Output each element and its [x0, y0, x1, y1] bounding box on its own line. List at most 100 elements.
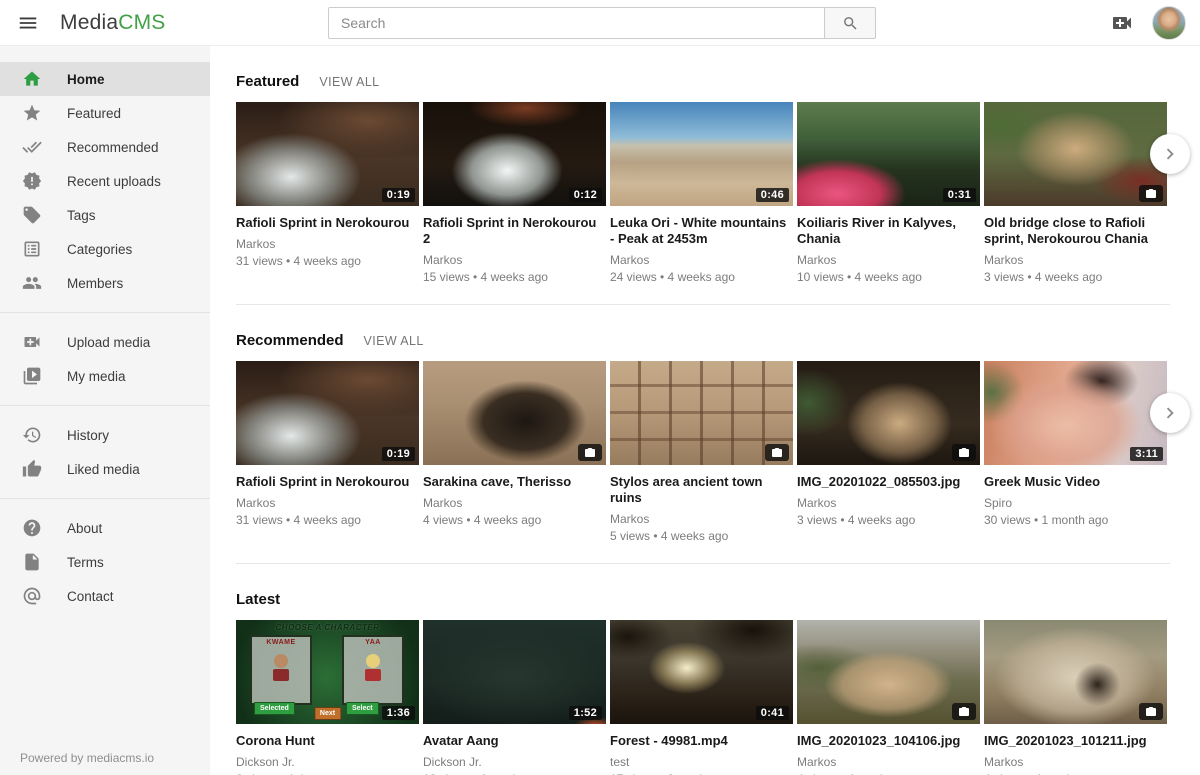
media-thumbnail[interactable]: 0:19 — [236, 361, 419, 465]
media-author[interactable]: Dickson Jr. — [236, 755, 419, 769]
media-author[interactable]: Markos — [984, 755, 1167, 769]
media-card[interactable]: Old bridge close to Rafioli sprint, Nero… — [984, 102, 1167, 284]
media-author[interactable]: Markos — [610, 512, 793, 526]
media-author[interactable]: Markos — [423, 253, 606, 267]
media-title[interactable]: Old bridge close to Rafioli sprint, Nero… — [984, 215, 1167, 247]
media-card[interactable]: IMG_20201023_104106.jpg Markos 4 views •… — [797, 620, 980, 775]
media-title[interactable]: Forest - 49981.mp4 — [610, 733, 793, 749]
media-card[interactable]: 0:19 Rafioli Sprint in Nerokourou Markos… — [236, 361, 419, 543]
media-title[interactable]: Rafioli Sprint in Nerokourou — [236, 215, 419, 231]
media-meta: 30 views • 1 month ago — [984, 513, 1167, 527]
media-card[interactable]: 0:46 Leuka Ori - White mountains - Peak … — [610, 102, 793, 284]
media-thumbnail[interactable]: 0:19 — [236, 102, 419, 206]
media-card[interactable]: IMG_20201023_101211.jpg Markos 4 views •… — [984, 620, 1167, 775]
media-author[interactable]: Markos — [797, 755, 980, 769]
help-icon — [21, 517, 43, 539]
sidebar-item-featured[interactable]: Featured — [0, 96, 210, 130]
media-thumbnail[interactable]: 0:46 — [610, 102, 793, 206]
media-thumbnail[interactable]: 3:11 — [984, 361, 1167, 465]
section-title: Latest — [236, 591, 280, 608]
photo-type-badge — [1139, 185, 1163, 202]
media-card[interactable]: CHOOSE A CHARACTER 1:36 KWAMEYAASelected… — [236, 620, 419, 775]
media-card[interactable]: 0:19 Rafioli Sprint in Nerokourou Markos… — [236, 102, 419, 284]
media-thumbnail[interactable]: 0:41 — [610, 620, 793, 724]
sidebar-item-recommended[interactable]: Recommended — [0, 130, 210, 164]
media-thumbnail[interactable] — [423, 361, 606, 465]
hamburger-menu-button[interactable] — [8, 3, 48, 43]
media-thumbnail[interactable] — [797, 361, 980, 465]
media-author[interactable]: Dickson Jr. — [423, 755, 606, 769]
search-button[interactable] — [824, 7, 876, 39]
media-card[interactable]: IMG_20201022_085503.jpg Markos 3 views •… — [797, 361, 980, 543]
media-title[interactable]: Rafioli Sprint in Nerokourou 2 — [423, 215, 606, 247]
sidebar-item-upload-media[interactable]: Upload media — [0, 325, 210, 359]
media-author[interactable]: test — [610, 755, 793, 769]
media-title[interactable]: Leuka Ori - White mountains - Peak at 24… — [610, 215, 793, 247]
at-email-icon — [21, 585, 43, 607]
game-character-name: YAA — [344, 639, 402, 646]
user-avatar[interactable] — [1152, 6, 1186, 40]
media-card[interactable]: 1:52 Avatar Aang Dickson Jr. 12 views • … — [423, 620, 606, 775]
view-all-link[interactable]: VIEW ALL — [364, 334, 424, 348]
sidebar-item-about[interactable]: About — [0, 511, 210, 545]
media-thumbnail[interactable] — [984, 620, 1167, 724]
media-card[interactable]: Sarakina cave, Therisso Markos 4 views •… — [423, 361, 606, 543]
app-logo[interactable]: MediaCMS — [60, 11, 165, 35]
done-all-icon — [21, 136, 43, 158]
media-card[interactable]: 0:41 Forest - 49981.mp4 test 17 views • … — [610, 620, 793, 775]
media-author[interactable]: Markos — [423, 496, 606, 510]
media-meta: 10 views • 4 weeks ago — [797, 270, 980, 284]
media-card[interactable]: Stylos area ancient town ruins Markos 5 … — [610, 361, 793, 543]
media-author[interactable]: Spiro — [984, 496, 1167, 510]
media-card[interactable]: 3:11 Greek Music Video Spiro 30 views • … — [984, 361, 1167, 543]
sidebar-item-members[interactable]: Members — [0, 266, 210, 300]
media-thumbnail[interactable]: CHOOSE A CHARACTER 1:36 KWAMEYAASelected… — [236, 620, 419, 724]
media-thumbnail[interactable]: 1:52 — [423, 620, 606, 724]
media-thumbnail[interactable]: 0:12 — [423, 102, 606, 206]
media-author[interactable]: Markos — [797, 496, 980, 510]
media-card[interactable]: 0:31 Koiliaris River in Kalyves, Chania … — [797, 102, 980, 284]
photo-type-badge — [952, 703, 976, 720]
sidebar-item-contact[interactable]: Contact — [0, 579, 210, 613]
media-author[interactable]: Markos — [610, 253, 793, 267]
sidebar-item-liked-media[interactable]: Liked media — [0, 452, 210, 486]
sidebar-item-my-media[interactable]: My media — [0, 359, 210, 393]
media-title[interactable]: Avatar Aang — [423, 733, 606, 749]
media-meta: 3 views • 4 weeks ago — [797, 513, 980, 527]
upload-video-button[interactable] — [1110, 11, 1134, 35]
sidebar-item-terms[interactable]: Terms — [0, 545, 210, 579]
sidebar-item-home[interactable]: Home — [0, 62, 210, 96]
media-title[interactable]: IMG_20201022_085503.jpg — [797, 474, 980, 490]
media-title[interactable]: Corona Hunt — [236, 733, 419, 749]
media-thumbnail[interactable] — [984, 102, 1167, 206]
media-title[interactable]: IMG_20201023_104106.jpg — [797, 733, 980, 749]
media-author[interactable]: Markos — [797, 253, 980, 267]
chevron-right-icon — [1159, 143, 1181, 165]
sidebar-item-categories[interactable]: Categories — [0, 232, 210, 266]
search-input[interactable] — [328, 7, 824, 39]
sidebar-item-label: Terms — [67, 555, 104, 570]
duration-badge: 3:11 — [1130, 447, 1163, 461]
media-title[interactable]: Sarakina cave, Therisso — [423, 474, 606, 490]
sidebar-item-history[interactable]: History — [0, 418, 210, 452]
media-title[interactable]: Rafioli Sprint in Nerokourou — [236, 474, 419, 490]
next-page-button[interactable] — [1150, 393, 1190, 433]
media-author[interactable]: Markos — [984, 253, 1167, 267]
sidebar-item-tags[interactable]: Tags — [0, 198, 210, 232]
media-title[interactable]: IMG_20201023_101211.jpg — [984, 733, 1167, 749]
sidebar-item-label: History — [67, 428, 109, 443]
camera-icon — [1145, 706, 1157, 718]
media-title[interactable]: Stylos area ancient town ruins — [610, 474, 793, 506]
photo-type-badge — [578, 444, 602, 461]
media-card[interactable]: 0:12 Rafioli Sprint in Nerokourou 2 Mark… — [423, 102, 606, 284]
media-thumbnail[interactable] — [797, 620, 980, 724]
view-all-link[interactable]: VIEW ALL — [319, 75, 379, 89]
media-title[interactable]: Koiliaris River in Kalyves, Chania — [797, 215, 980, 247]
media-title[interactable]: Greek Music Video — [984, 474, 1167, 490]
media-author[interactable]: Markos — [236, 496, 419, 510]
sidebar-item-recent-uploads[interactable]: Recent uploads — [0, 164, 210, 198]
media-thumbnail[interactable]: 0:31 — [797, 102, 980, 206]
media-author[interactable]: Markos — [236, 237, 419, 251]
media-thumbnail[interactable] — [610, 361, 793, 465]
next-page-button[interactable] — [1150, 134, 1190, 174]
